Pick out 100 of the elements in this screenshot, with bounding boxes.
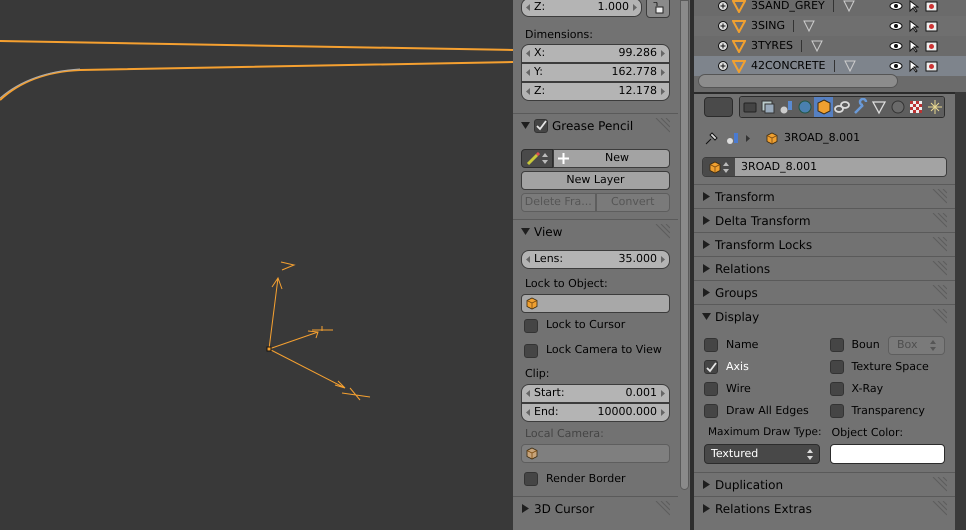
cursor-arrow-icon[interactable]: [909, 60, 919, 72]
camera-icon[interactable]: [925, 60, 938, 72]
field-value: 10000.000: [598, 404, 657, 420]
expand-plus-icon[interactable]: [717, 60, 729, 72]
eye-icon[interactable]: [889, 1, 903, 11]
expand-plus-icon[interactable]: [717, 40, 729, 52]
number-field[interactable]: Lens: 35.000: [521, 250, 670, 269]
panel-header[interactable]: Grease Pencil: [513, 113, 678, 137]
panel-header[interactable]: Transform Locks: [694, 232, 955, 256]
object-name-field[interactable]: 3ROAD_8.001: [702, 157, 947, 177]
properties-tab[interactable]: [925, 97, 944, 117]
editor-type-selector[interactable]: [704, 97, 734, 117]
panel-header[interactable]: Groups: [694, 280, 955, 304]
right-arrow-icon[interactable]: [633, 4, 637, 11]
panel-header[interactable]: Display: [694, 304, 955, 328]
properties-tab[interactable]: [832, 97, 852, 117]
right-arrow-icon[interactable]: [661, 88, 665, 95]
chevron-right-icon[interactable]: [746, 134, 750, 142]
left-arrow-icon[interactable]: [526, 409, 530, 416]
left-arrow-icon[interactable]: [526, 256, 530, 263]
expand-plus-icon[interactable]: [717, 0, 729, 12]
checkbox[interactable]: [534, 118, 548, 132]
collapsed-triangle-icon: [702, 240, 711, 249]
pencil-selector[interactable]: [521, 149, 553, 168]
number-field[interactable]: Z: 12.178: [521, 82, 670, 101]
cube-icon: [709, 160, 721, 174]
right-arrow-icon[interactable]: [661, 69, 665, 76]
horizontal-scrollbar[interactable]: [698, 74, 898, 88]
color-swatch[interactable]: [830, 444, 945, 464]
camera-icon[interactable]: [925, 20, 938, 32]
panel-header[interactable]: 3D Cursor: [513, 496, 678, 520]
eye-icon[interactable]: [889, 21, 903, 31]
left-arrow-icon[interactable]: [526, 50, 530, 57]
number-field[interactable]: X: 99.286: [521, 44, 670, 63]
properties-tab[interactable]: [777, 97, 796, 117]
panel-header[interactable]: Duplication: [694, 472, 955, 496]
right-arrow-icon[interactable]: [661, 409, 665, 416]
scrollbar-track[interactable]: [955, 92, 966, 530]
cursor-arrow-icon[interactable]: [909, 20, 919, 32]
panel-header[interactable]: Relations: [694, 256, 955, 280]
number-field[interactable]: Start: 0.001: [521, 384, 670, 403]
checkbox[interactable]: [704, 404, 718, 418]
checkbox[interactable]: [704, 360, 718, 374]
left-arrow-icon[interactable]: [526, 390, 530, 397]
lock-icon[interactable]: [646, 0, 670, 18]
panel-header[interactable]: Transform: [694, 184, 955, 208]
object-field[interactable]: [521, 294, 670, 313]
outliner-row[interactable]: 3SING: [694, 16, 966, 36]
vertical-scrollbar[interactable]: [680, 0, 688, 490]
panel-title: Relations Extras: [715, 500, 812, 518]
checkbox[interactable]: [830, 360, 844, 374]
breadcrumb-label: 3ROAD_8.001: [784, 130, 860, 146]
checkmark-icon: [706, 362, 716, 372]
eye-icon[interactable]: [889, 61, 903, 71]
panel-header[interactable]: Relations Extras: [694, 496, 955, 520]
panel-title: Duplication: [715, 476, 784, 494]
properties-tab[interactable]: [814, 97, 833, 117]
mesh-data-icon: [802, 19, 816, 33]
checkbox[interactable]: [704, 338, 718, 352]
up-down-arrows-icon: [723, 162, 729, 172]
camera-icon[interactable]: [925, 40, 938, 52]
checkbox[interactable]: [830, 338, 844, 352]
cursor-arrow-icon[interactable]: [909, 0, 919, 12]
new-layer-button[interactable]: New Layer: [521, 171, 670, 190]
pin-icon[interactable]: [704, 130, 720, 146]
cursor-arrow-icon[interactable]: [909, 40, 919, 52]
globe-icon: [796, 98, 814, 116]
new-button[interactable]: New: [553, 149, 670, 168]
panel-header[interactable]: Delta Transform: [694, 208, 955, 232]
checkbox[interactable]: [830, 404, 844, 418]
field-value: 99.286: [618, 45, 657, 62]
up-down-arrows-icon: [806, 448, 812, 460]
number-field[interactable]: Z: 1.000: [521, 0, 642, 17]
left-arrow-icon[interactable]: [526, 88, 530, 95]
checkbox[interactable]: [524, 318, 538, 332]
checkbox[interactable]: [524, 344, 538, 358]
checkbox[interactable]: [524, 472, 538, 486]
left-arrow-icon[interactable]: [526, 4, 530, 11]
draw-type-dropdown[interactable]: Textured: [704, 444, 820, 464]
right-arrow-icon[interactable]: [661, 256, 665, 263]
right-arrow-icon[interactable]: [661, 390, 665, 397]
outliner-row[interactable]: 42CONCRETE: [694, 56, 966, 76]
checkbox[interactable]: [704, 382, 718, 396]
field-label: Z:: [534, 83, 546, 100]
eye-icon[interactable]: [889, 41, 903, 51]
left-arrow-icon[interactable]: [526, 69, 530, 76]
properties-tab[interactable]: [758, 97, 778, 117]
layers-icon: [759, 98, 778, 116]
panel-header[interactable]: View: [513, 219, 678, 243]
checkbox[interactable]: [830, 382, 844, 396]
number-field[interactable]: Y: 162.778: [521, 63, 670, 82]
curve-object-icon: [732, 0, 746, 13]
expand-plus-icon[interactable]: [717, 20, 729, 32]
object-field[interactable]: [521, 444, 670, 463]
collapsed-triangle-icon: [702, 192, 711, 201]
checkbox-label: Lock Camera to View: [546, 342, 662, 358]
right-arrow-icon[interactable]: [661, 50, 665, 57]
number-field[interactable]: End: 10000.000: [521, 403, 670, 422]
camera-icon[interactable]: [925, 0, 938, 12]
curve-object-icon: [732, 39, 746, 53]
